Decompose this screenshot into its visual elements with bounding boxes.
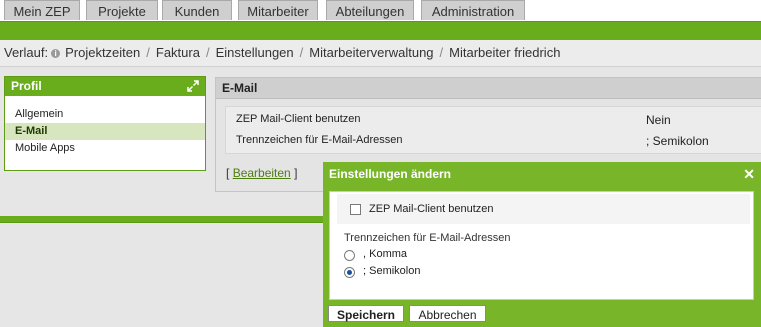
- header-band: [0, 21, 761, 41]
- breadcrumb-item-mitarbeiter-friedrich[interactable]: Mitarbeiter friedrich: [449, 45, 560, 60]
- breadcrumb-separator: /: [205, 45, 210, 60]
- setting-value-separator: ; Semikolon: [646, 134, 709, 148]
- edit-link[interactable]: Bearbeiten: [233, 166, 291, 180]
- tab-kunden[interactable]: Kunden: [162, 0, 232, 20]
- profil-item-mobile-apps[interactable]: Mobile Apps: [5, 140, 205, 157]
- profil-panel: Profil Allgemein E-Mail Mobile Apps: [4, 76, 206, 171]
- edit-link-wrapper: [ Bearbeiten ]: [226, 166, 297, 180]
- top-nav: Mein ZEP Projekte Kunden Mitarbeiter Abt…: [0, 0, 761, 21]
- bracket-open: [: [226, 166, 230, 180]
- radio-komma[interactable]: [344, 250, 355, 261]
- email-panel-title: E-Mail: [216, 78, 761, 99]
- tab-administration[interactable]: Administration: [421, 0, 525, 20]
- radio-semikolon-label: ; Semikolon: [363, 265, 421, 277]
- tab-mein-zep[interactable]: Mein ZEP: [4, 0, 80, 20]
- breadcrumb-item-einstellungen[interactable]: Einstellungen: [216, 45, 294, 60]
- dialog-header: Einstellungen ändern ✕: [323, 162, 761, 186]
- tab-abteilungen[interactable]: Abteilungen: [326, 0, 414, 20]
- profil-header: Profil: [5, 77, 205, 96]
- profil-title: Profil: [11, 79, 42, 93]
- breadcrumb-item-faktura[interactable]: Faktura: [156, 45, 200, 60]
- expand-icon[interactable]: [187, 80, 199, 92]
- settings-dialog: Einstellungen ändern ✕ ZEP Mail-Client b…: [323, 162, 761, 327]
- breadcrumb-item-mitarbeiterverwaltung[interactable]: Mitarbeiterverwaltung: [309, 45, 433, 60]
- dialog-body: ZEP Mail-Client benutzen Trennzeichen fü…: [329, 191, 754, 300]
- breadcrumb-separator: /: [146, 45, 150, 60]
- cancel-button[interactable]: Abbrechen: [409, 305, 486, 322]
- mail-client-checkbox-label: ZEP Mail-Client benutzen: [369, 203, 494, 215]
- setting-label-separator: Trennzeichen für E-Mail-Adressen: [236, 134, 403, 146]
- breadcrumb-label: Verlauf:: [4, 45, 49, 60]
- breadcrumb-item-projektzeiten[interactable]: Projektzeiten: [65, 45, 140, 60]
- breadcrumb: Verlauf: i Projektzeiten / Faktura / Einstellu…: [0, 40, 761, 67]
- radio-komma-label: , Komma: [363, 248, 408, 260]
- profil-item-allgemein[interactable]: Allgemein: [5, 106, 205, 123]
- checkbox-row: ZEP Mail-Client benutzen: [337, 194, 750, 224]
- info-icon: i: [51, 49, 61, 58]
- radio-semikolon[interactable]: [344, 267, 355, 278]
- dialog-title: Einstellungen ändern: [329, 167, 452, 181]
- mail-client-checkbox[interactable]: [350, 204, 361, 215]
- tab-mitarbeiter[interactable]: Mitarbeiter: [238, 0, 318, 20]
- tab-projekte[interactable]: Projekte: [86, 0, 158, 20]
- breadcrumb-separator: /: [439, 45, 444, 60]
- separator-label: Trennzeichen für E-Mail-Adressen: [344, 232, 511, 244]
- close-icon[interactable]: ✕: [743, 162, 755, 186]
- save-button[interactable]: Speichern: [328, 305, 404, 322]
- setting-label-mail-client: ZEP Mail-Client benutzen: [236, 113, 361, 125]
- setting-value-mail-client: Nein: [646, 113, 671, 127]
- footer-band: [0, 216, 323, 223]
- email-settings-box: ZEP Mail-Client benutzen Nein Trennzeich…: [225, 106, 761, 154]
- breadcrumb-separator: /: [299, 45, 304, 60]
- bracket-close: ]: [294, 166, 298, 180]
- profil-item-email[interactable]: E-Mail: [5, 123, 205, 140]
